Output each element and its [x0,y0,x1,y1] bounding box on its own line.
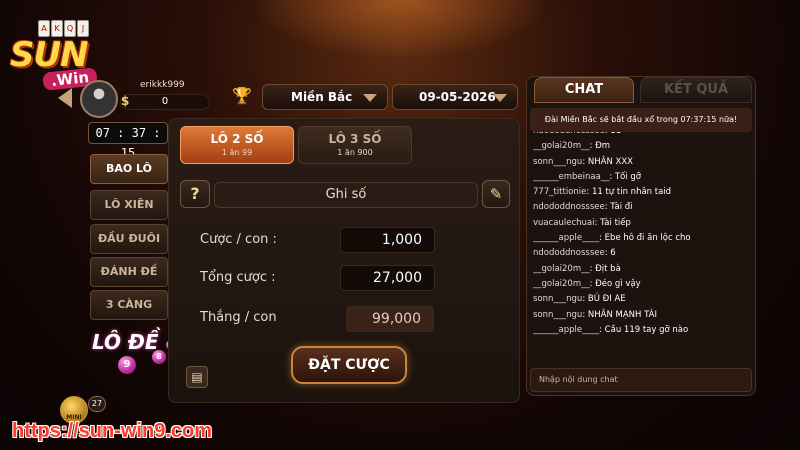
region-select[interactable]: Miền Bắc [262,84,388,110]
number-entry-field[interactable]: Ghi số [214,182,478,208]
chat-user: ______apple____ [533,233,600,244]
bet-per-number-label: Cược / con : [200,232,277,247]
chevron-down-icon [363,94,377,102]
chat-message: ndododdnosssee: Tài đi [533,202,633,213]
bet-per-number-input[interactable]: 1,000 [340,227,435,253]
total-bet-label: Tổng cược : [200,270,276,285]
draw-notice: Đài Miền Bắc sẽ bắt đầu xổ trong 07:37:1… [530,108,752,132]
chat-text: Đm [595,141,611,152]
chat-user: sonn___ngu [533,294,583,305]
chat-message: 777_tittionie: 11 tự tin nhân taid [533,187,672,198]
chat-message: __golai20m__: Đm [533,141,611,152]
date-select[interactable]: 09-05-2026 [392,84,518,110]
balance-display: 0 [120,94,210,110]
chat-text: Đéo gì vậy [595,278,641,289]
username: erikkk999 [140,80,185,90]
tab-odds: 1 ăn 99 [221,148,253,157]
chat-user: 777_tittionie [533,187,587,198]
menu-3-cang[interactable]: 3 CÀNG [90,290,168,320]
chat-user: __golai20m__ [533,278,590,289]
chat-text: 6 [610,248,616,259]
chat-user: ndododdnosssee [533,248,605,259]
chat-message: sonn___ngu: NHÂN XXX [533,156,634,167]
chevron-down-icon [493,94,507,102]
chat-text: Tài đi [610,202,633,213]
menu-bao-lo[interactable]: BAO LÔ [90,154,168,184]
tab-lo-2-so[interactable]: LÔ 2 SỐ 1 ăn 99 [180,126,294,164]
chat-text: NHÂN MẠNH TÀI [587,309,657,320]
chat-user: vuacaulechuai [533,217,595,228]
notepad-icon[interactable]: ▤ [186,366,208,388]
chat-message: ndododdnosssee: 6 [533,248,616,259]
countdown-timer: 07 : 37 : 15 [88,122,168,160]
chat-user: sonn___ngu [533,156,583,167]
win-per-number-value: 99,000 [346,306,434,332]
chat-message: __golai20m__: Đéo gì vậy [533,278,641,289]
chat-message: ______apple____: Ebe hô đi ăn lộc cho [533,233,691,244]
tab-title: LÔ 3 SỐ [328,132,382,146]
dollar-icon: $ [121,94,130,108]
tab-chat[interactable]: CHAT [534,77,634,103]
menu-danh-de[interactable]: ĐÁNH ĐỀ [90,257,168,287]
chat-user: ______apple____ [533,324,600,335]
chat-message: vuacaulechuai: Tài tiếp [533,217,631,228]
chat-user: __golai20m__ [533,141,590,152]
lottery-ball: 8 [152,350,166,364]
avatar[interactable] [80,80,118,118]
chat-text: Tài tiếp [600,217,631,228]
tab-lo-3-so[interactable]: LÔ 3 SỐ 1 ăn 900 [298,126,412,164]
trophy-icon[interactable]: 🏆 [232,87,252,105]
chat-text: Tối gỡ [614,171,641,182]
chat-user: ndododdnosssee [533,202,605,213]
tab-results[interactable]: KẾT QUẢ [640,77,752,103]
date-value: 09-05-2026 [419,90,496,104]
chat-message: __golai20m__: Địt bà [533,263,621,274]
tab-odds: 1 ăn 900 [337,148,373,157]
tab-title: LÔ 2 SỐ [210,132,264,146]
lo-de-promo-text: LÔ ĐỀ [92,330,159,354]
chat-text: Ebe hô đi ăn lộc cho [604,233,691,244]
chat-message: sonn___ngu: BÚ ĐI AE [533,294,626,305]
chat-text: Địt bà [595,263,621,274]
chat-message: ______apple____: Cầu 119 tay gỡ nào [533,324,689,335]
mini-game-badge: 27 [88,396,106,412]
chat-message: ______embeinaa__: Tối gỡ [533,171,641,182]
region-value: Miền Bắc [291,90,353,104]
chat-user: __golai20m__ [533,263,590,274]
chat-text: 11 tự tin nhân taid [591,187,672,198]
top-glow [250,0,550,60]
chat-input[interactable]: Nhập nội dung chat [530,368,752,392]
menu-dau-duoi[interactable]: ĐẦU ĐUÔI [90,224,168,254]
place-bet-button[interactable]: ĐẶT CƯỢC [291,346,407,384]
chat-text: BÚ ĐI AE [587,294,626,305]
chat-messages[interactable]: ndododdnosssee: 11 __golai20m__: Đm sonn… [533,124,751,364]
back-arrow-icon[interactable] [58,88,72,108]
watermark: https://sun-win9.com [12,420,212,442]
chat-text: Cầu 119 tay gỡ nào [604,324,689,335]
total-bet-value: 27,000 [340,265,435,291]
pencil-icon[interactable]: ✎ [482,180,510,208]
chat-user: ______embeinaa__ [533,171,610,182]
chat-user: sonn___ngu [533,309,583,320]
menu-lo-xien[interactable]: LÔ XIÊN [90,190,168,220]
help-button[interactable]: ? [180,180,210,208]
chat-text: NHÂN XXX [587,156,634,167]
win-per-number-label: Thắng / con [200,310,277,325]
lottery-ball: 9 [118,356,136,374]
chat-message: sonn___ngu: NHÂN MẠNH TÀI [533,309,657,320]
